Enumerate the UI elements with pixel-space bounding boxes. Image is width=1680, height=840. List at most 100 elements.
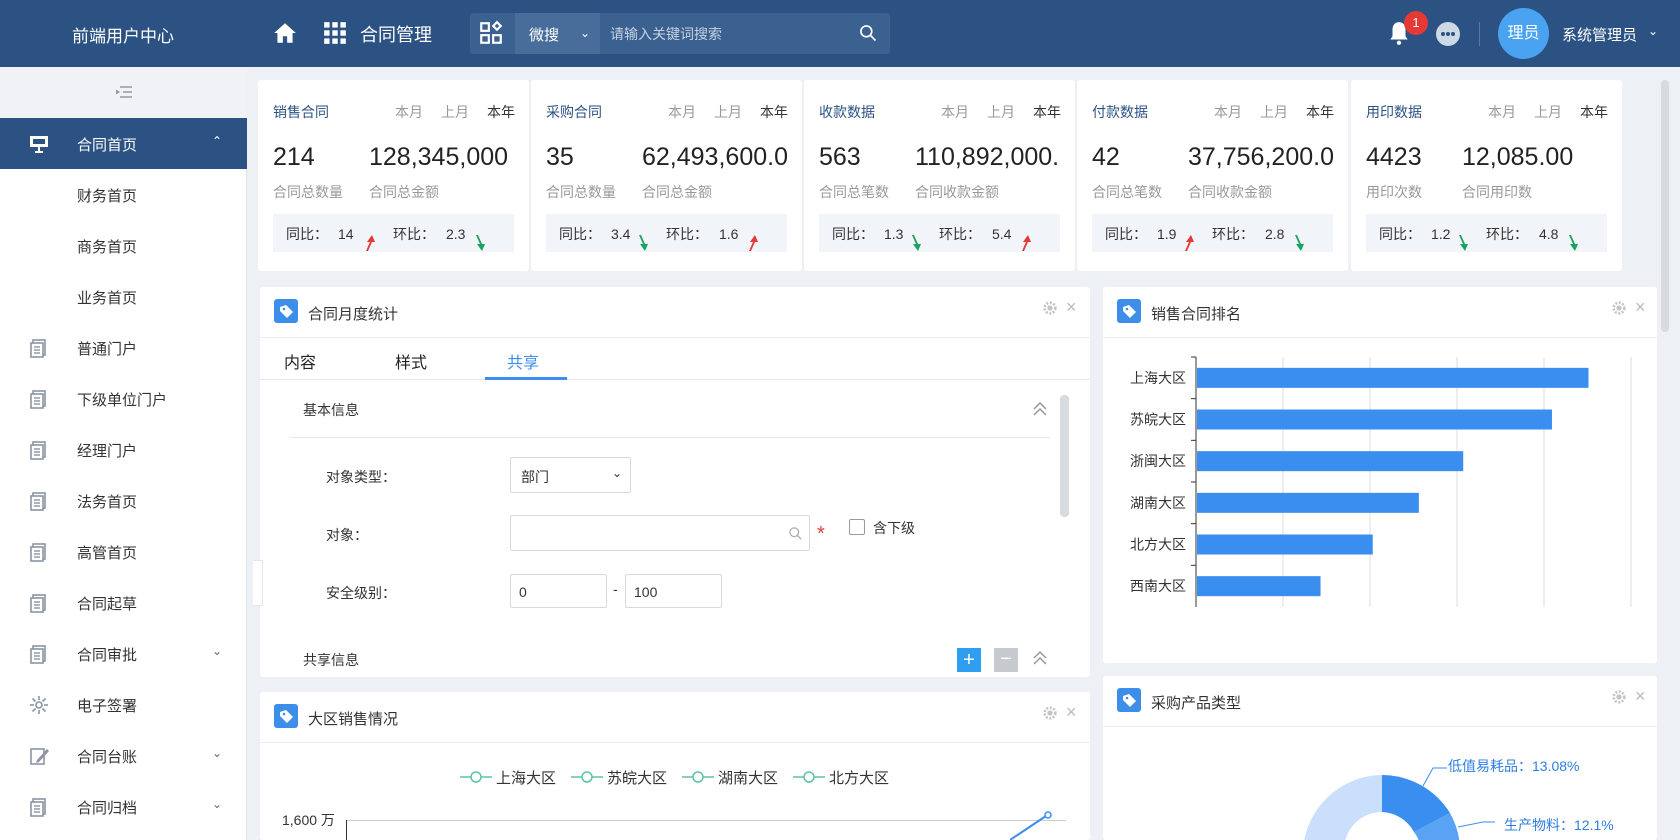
trend-down-icon (476, 235, 485, 251)
chevron-down-icon[interactable]: ⌄ (1648, 24, 1658, 38)
sidebar-item[interactable]: 财务首页 (0, 169, 247, 220)
sidebar-item[interactable]: 合同台账 ⌄ (0, 730, 247, 781)
include-sub-label: 含下级 (873, 520, 915, 536)
bar[interactable] (1197, 451, 1464, 472)
home-icon[interactable] (272, 20, 298, 46)
username[interactable]: 系统管理员 (1562, 24, 1637, 45)
security-max-input[interactable]: 100 (625, 574, 722, 608)
sidebar-item[interactable]: 电子签署 (0, 679, 247, 730)
object-input[interactable] (510, 515, 810, 551)
security-min-input[interactable]: 0 (510, 574, 607, 608)
mom-value: 1.6 (719, 226, 739, 242)
stat-count-label: 合同总数量 (546, 184, 616, 200)
yoy-label: 同比： (832, 226, 874, 242)
region-sales-panel: 大区销售情况 × 上海大区 苏皖大区 湖南大区 北方大区 1,600 万 (260, 692, 1090, 840)
tab-share[interactable]: 共享 (507, 349, 539, 373)
tag-icon (1117, 299, 1141, 323)
collapse-up-icon[interactable] (1032, 401, 1048, 417)
tab-content[interactable]: 内容 (284, 349, 316, 373)
ledger-icon (28, 745, 50, 767)
period-tab[interactable]: 本年 (1580, 104, 1608, 120)
period-tab[interactable]: 本月 (668, 104, 696, 120)
remove-button[interactable]: − (994, 648, 1018, 672)
avatar[interactable]: 理员 (1498, 8, 1549, 59)
sidebar-item[interactable]: 经理门户 (0, 424, 247, 475)
period-tab[interactable]: 本年 (1033, 104, 1061, 120)
trend-down-icon (1295, 235, 1304, 251)
more-icon[interactable] (1436, 22, 1460, 46)
scrollbar[interactable] (1060, 395, 1069, 517)
period-tab[interactable]: 上月 (1534, 104, 1562, 120)
brand-title[interactable]: 前端用户中心 (72, 22, 174, 47)
gear-icon[interactable] (1042, 705, 1058, 721)
bar[interactable] (1197, 492, 1419, 513)
stat-title[interactable]: 销售合同 (273, 102, 329, 122)
sidebar-item[interactable]: 合同审批 ⌄ (0, 628, 247, 679)
close-icon[interactable]: × (1635, 297, 1646, 318)
period-tab[interactable]: 本月 (1214, 104, 1242, 120)
security-level-label: 安全级别： (326, 585, 396, 601)
include-sub-checkbox[interactable] (849, 519, 865, 535)
trend-down-icon (912, 235, 921, 251)
stat-title[interactable]: 付款数据 (1092, 102, 1148, 122)
bar[interactable] (1197, 409, 1552, 430)
yoy-value: 14 (338, 226, 354, 242)
gear-icon[interactable] (1611, 689, 1627, 705)
page-scrollbar[interactable] (1661, 80, 1669, 332)
module-title[interactable]: 合同管理 (360, 21, 432, 47)
stat-card: 采购合同 本月 上月 本年 35 62,493,600.0 合同总数量 合同总金额 同比： 3.4… (531, 80, 802, 271)
yoy-value: 1.2 (1431, 226, 1451, 242)
object-type-value: 部门 (521, 469, 549, 485)
search-icon[interactable] (858, 23, 878, 43)
sidebar-item[interactable]: 高管首页 (0, 526, 247, 577)
period-tab[interactable]: 本月 (1488, 104, 1516, 120)
bar[interactable] (1197, 367, 1589, 388)
stat-title[interactable]: 收款数据 (819, 102, 875, 122)
mom-value: 2.8 (1265, 226, 1285, 242)
sidebar-item[interactable]: 法务首页 (0, 475, 247, 526)
period-tab[interactable]: 本年 (1306, 104, 1334, 120)
search-type-select[interactable]: 微搜 ⌄ (515, 13, 600, 54)
period-tab[interactable]: 本月 (395, 104, 423, 120)
stat-amount-label: 合同总金额 (642, 184, 712, 200)
period-tab[interactable]: 本月 (941, 104, 969, 120)
period-tab[interactable]: 上月 (987, 104, 1015, 120)
sidebar-item[interactable]: 合同起草 (0, 577, 247, 628)
stat-title[interactable]: 采购合同 (546, 102, 602, 122)
chevron-down-icon: ⌄ (611, 466, 622, 480)
collapse-up-icon[interactable] (1032, 650, 1048, 666)
close-icon[interactable]: × (1066, 702, 1077, 723)
close-icon[interactable]: × (1066, 297, 1077, 318)
sidebar-toggle-handle[interactable] (253, 560, 263, 606)
trend-down-icon (1459, 235, 1468, 251)
search-input[interactable] (600, 13, 850, 54)
apps-grid-icon[interactable] (322, 20, 348, 46)
section-basic-info: 基本信息 (303, 402, 359, 418)
archive-icon (28, 796, 50, 818)
object-type-select[interactable]: 部门 ⌄ (510, 457, 631, 493)
close-icon[interactable]: × (1635, 686, 1646, 707)
period-tab[interactable]: 本年 (487, 104, 515, 120)
bar[interactable] (1197, 534, 1373, 555)
add-button[interactable]: + (957, 648, 981, 672)
sidebar-collapse-button[interactable] (0, 67, 247, 118)
sidebar-item[interactable]: 下级单位门户 (0, 373, 247, 424)
period-tab[interactable]: 上月 (441, 104, 469, 120)
sidebar-item[interactable]: 普通门户 (0, 322, 247, 373)
sidebar-item[interactable]: 合同首页 ⌃ (0, 118, 247, 169)
top-header: 前端用户中心 合同管理 微搜 ⌄ 1 理员 系统管理员 ⌄ (0, 0, 1680, 67)
period-tab[interactable]: 上月 (714, 104, 742, 120)
gear-icon[interactable] (1042, 300, 1058, 316)
period-tab[interactable]: 本年 (760, 104, 788, 120)
gridline (346, 820, 1066, 821)
stat-title[interactable]: 用印数据 (1366, 102, 1422, 122)
sidebar-item[interactable]: 合同归档 ⌄ (0, 781, 247, 832)
bar[interactable] (1197, 576, 1321, 597)
sidebar-item[interactable]: 商务首页 (0, 220, 247, 271)
search-icon[interactable] (788, 526, 803, 541)
sidebar-item[interactable]: 业务首页 (0, 271, 247, 322)
period-tab[interactable]: 上月 (1260, 104, 1288, 120)
gear-icon[interactable] (1611, 300, 1627, 316)
tab-style[interactable]: 样式 (395, 349, 427, 373)
widgets-icon[interactable] (478, 20, 504, 46)
